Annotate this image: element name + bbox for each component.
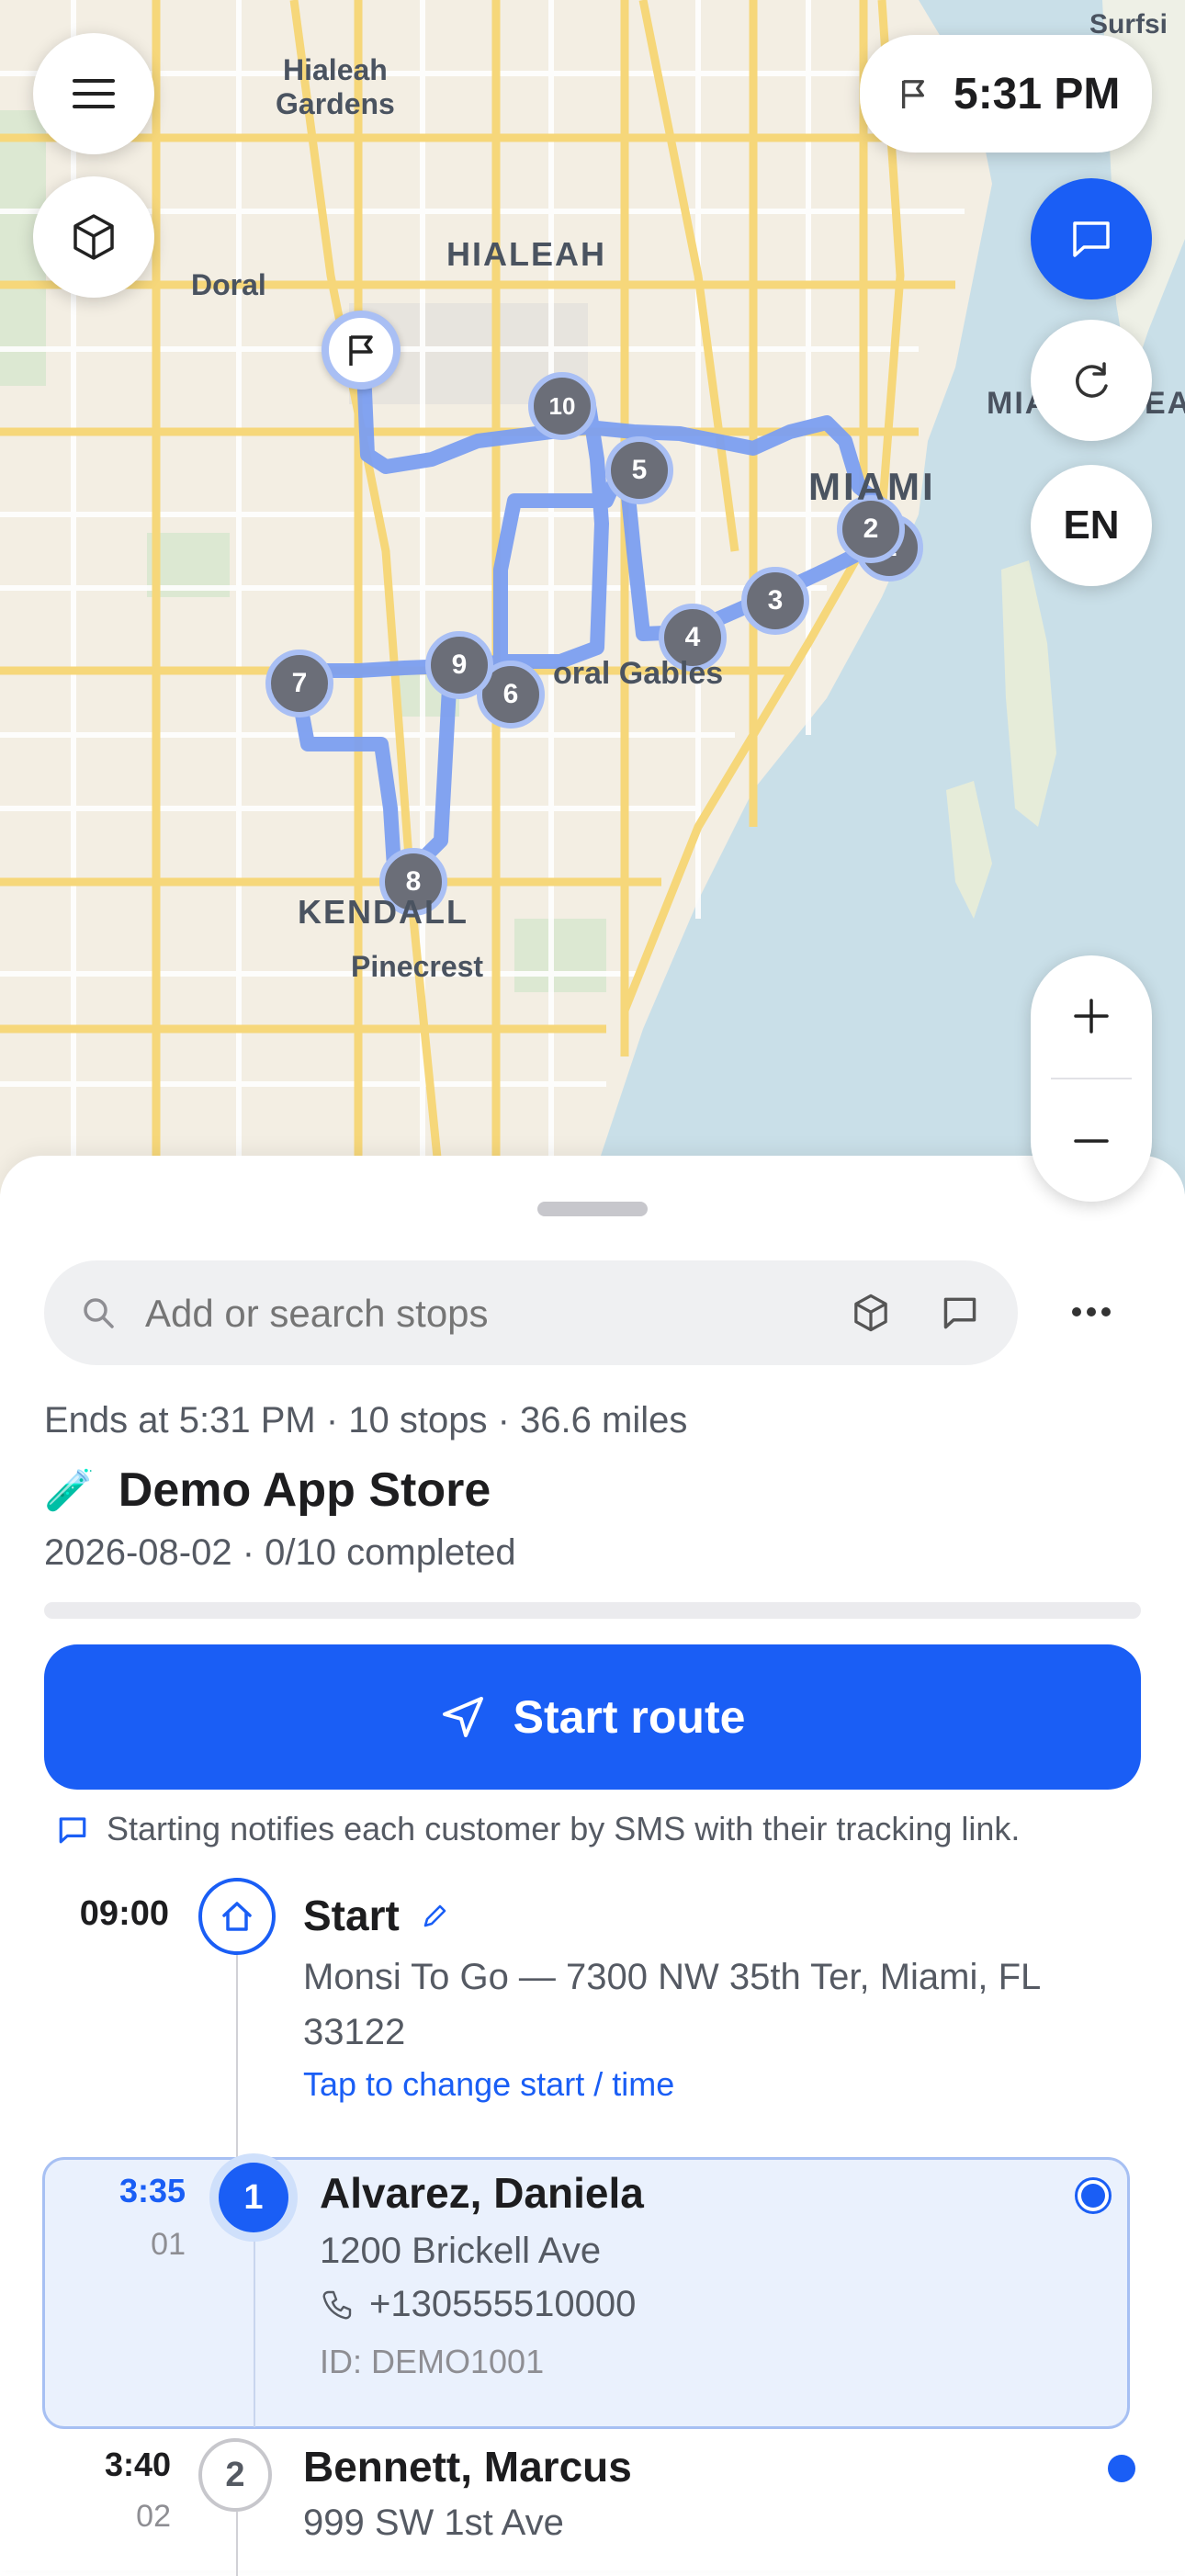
stop-status-dot [1075,2177,1112,2214]
route-line [287,342,889,889]
home-icon [222,1902,252,1931]
phone-icon [322,2290,352,2320]
stop-address: 1200 Brickell Ave [320,2231,602,2271]
plus-icon [1074,999,1109,1034]
zoom-controls [1031,955,1152,1202]
stop-time: 3:40 [104,2446,171,2483]
sheet-drag-handle[interactable] [537,1202,648,1216]
language-label: EN [1063,503,1120,548]
route-title: 🧪 Demo App Store [44,1463,491,1518]
route-map[interactable]: 12345678910 Hialeah Gardens HIALEAH Dora… [0,0,1185,1194]
sms-note: Starting notifies each customer by SMS w… [107,1810,1021,1847]
start-title-row[interactable]: Start [303,1891,449,1940]
route-summary: Ends at 5:31 PM · 10 stops · 36.6 miles [44,1400,688,1441]
stop-phone[interactable]: +130555510000 [369,2284,636,2325]
search-icon [84,1298,114,1328]
stop-time: 3:35 [118,2172,186,2209]
start-route-label: Start route [513,1691,746,1743]
map-label-kendall: KENDALL [298,893,468,931]
map-label-hialeah: HIALEAH [446,235,606,273]
search-bar[interactable] [44,1260,1018,1365]
chat-icon [59,1817,86,1844]
map-label-miami: MIAMI [808,465,936,508]
chat-icon[interactable] [941,1295,979,1330]
map-label-hialeah-gardens: Hialeah Gardens [276,53,395,120]
more-options-button[interactable] [1053,1284,1130,1339]
route-sheet: Ends at 5:31 PM · 10 stops · 36.6 miles … [0,1156,1185,2576]
minus-icon [1074,1139,1109,1143]
map-label-pinecrest: Pinecrest [351,950,484,983]
stop-id: ID: DEMO1001 [320,2343,545,2380]
map-3d-button[interactable] [33,176,154,298]
map-label-doral: Doral [191,268,266,301]
timeline-line [254,2220,255,2427]
stop-number-badge: 2 [198,2438,272,2512]
end-time-pill[interactable]: 5:31 PM [860,35,1152,153]
zoom-in-button[interactable] [1031,955,1152,1077]
search-input[interactable] [143,1282,863,1345]
start-time: 09:00 [79,1894,169,1933]
stop-sequence: 02 [136,2499,171,2534]
stop-marker-10[interactable]: 10 [528,372,596,440]
test-tube-icon: 🧪 [44,1468,95,1513]
stop-customer-name: Bennett, Marcus [303,2443,632,2491]
stop-sequence: 01 [151,2227,186,2262]
stop-address: 999 SW 1st Ave [303,2503,564,2543]
menu-button[interactable] [33,33,154,154]
flag-icon [349,335,373,366]
change-start-link[interactable]: Tap to change start / time [303,2065,674,2104]
map-label-coral-gables: oral Gables [553,656,724,691]
zoom-divider [1051,1078,1132,1079]
stop-marker-7[interactable]: 7 [265,650,333,717]
stop-marker-9[interactable]: 9 [425,631,493,699]
cube-icon[interactable] [852,1294,889,1332]
zoom-out-button[interactable] [1031,1080,1152,1202]
stop-number-badge: 1 [219,2163,288,2232]
chat-icon [1073,221,1110,257]
stop-marker-5[interactable]: 5 [605,436,673,504]
timeline-line [236,2512,238,2576]
flag-icon [902,80,924,108]
refresh-icon [1076,362,1108,398]
refresh-button[interactable] [1031,320,1152,441]
cube-icon [73,214,114,260]
start-address: Monsi To Go — 7300 NW 35th Ter, Miami, F… [303,1957,1040,2052]
stop-status-dot [1108,2455,1135,2482]
stop-customer-name: Alvarez, Daniela [320,2169,644,2217]
stop-marker-3[interactable]: 3 [741,567,809,635]
chat-button[interactable] [1031,178,1152,299]
route-name: Demo App Store [118,1463,491,1517]
language-button[interactable]: EN [1031,465,1152,586]
pencil-icon[interactable] [422,1902,449,1929]
route-progress-bar [44,1602,1141,1619]
hamburger-icon [73,79,115,108]
route-meta: 2026-08-02 · 0/10 completed [44,1532,516,1573]
navigation-arrow-icon [442,1697,483,1737]
start-home-marker [198,1878,276,1955]
start-title: Start [303,1892,400,1939]
start-flag-marker[interactable] [322,311,401,390]
start-route-button[interactable]: Start route [44,1644,1141,1790]
end-time-label: 5:31 PM [954,69,1121,119]
more-icon [1072,1307,1111,1316]
